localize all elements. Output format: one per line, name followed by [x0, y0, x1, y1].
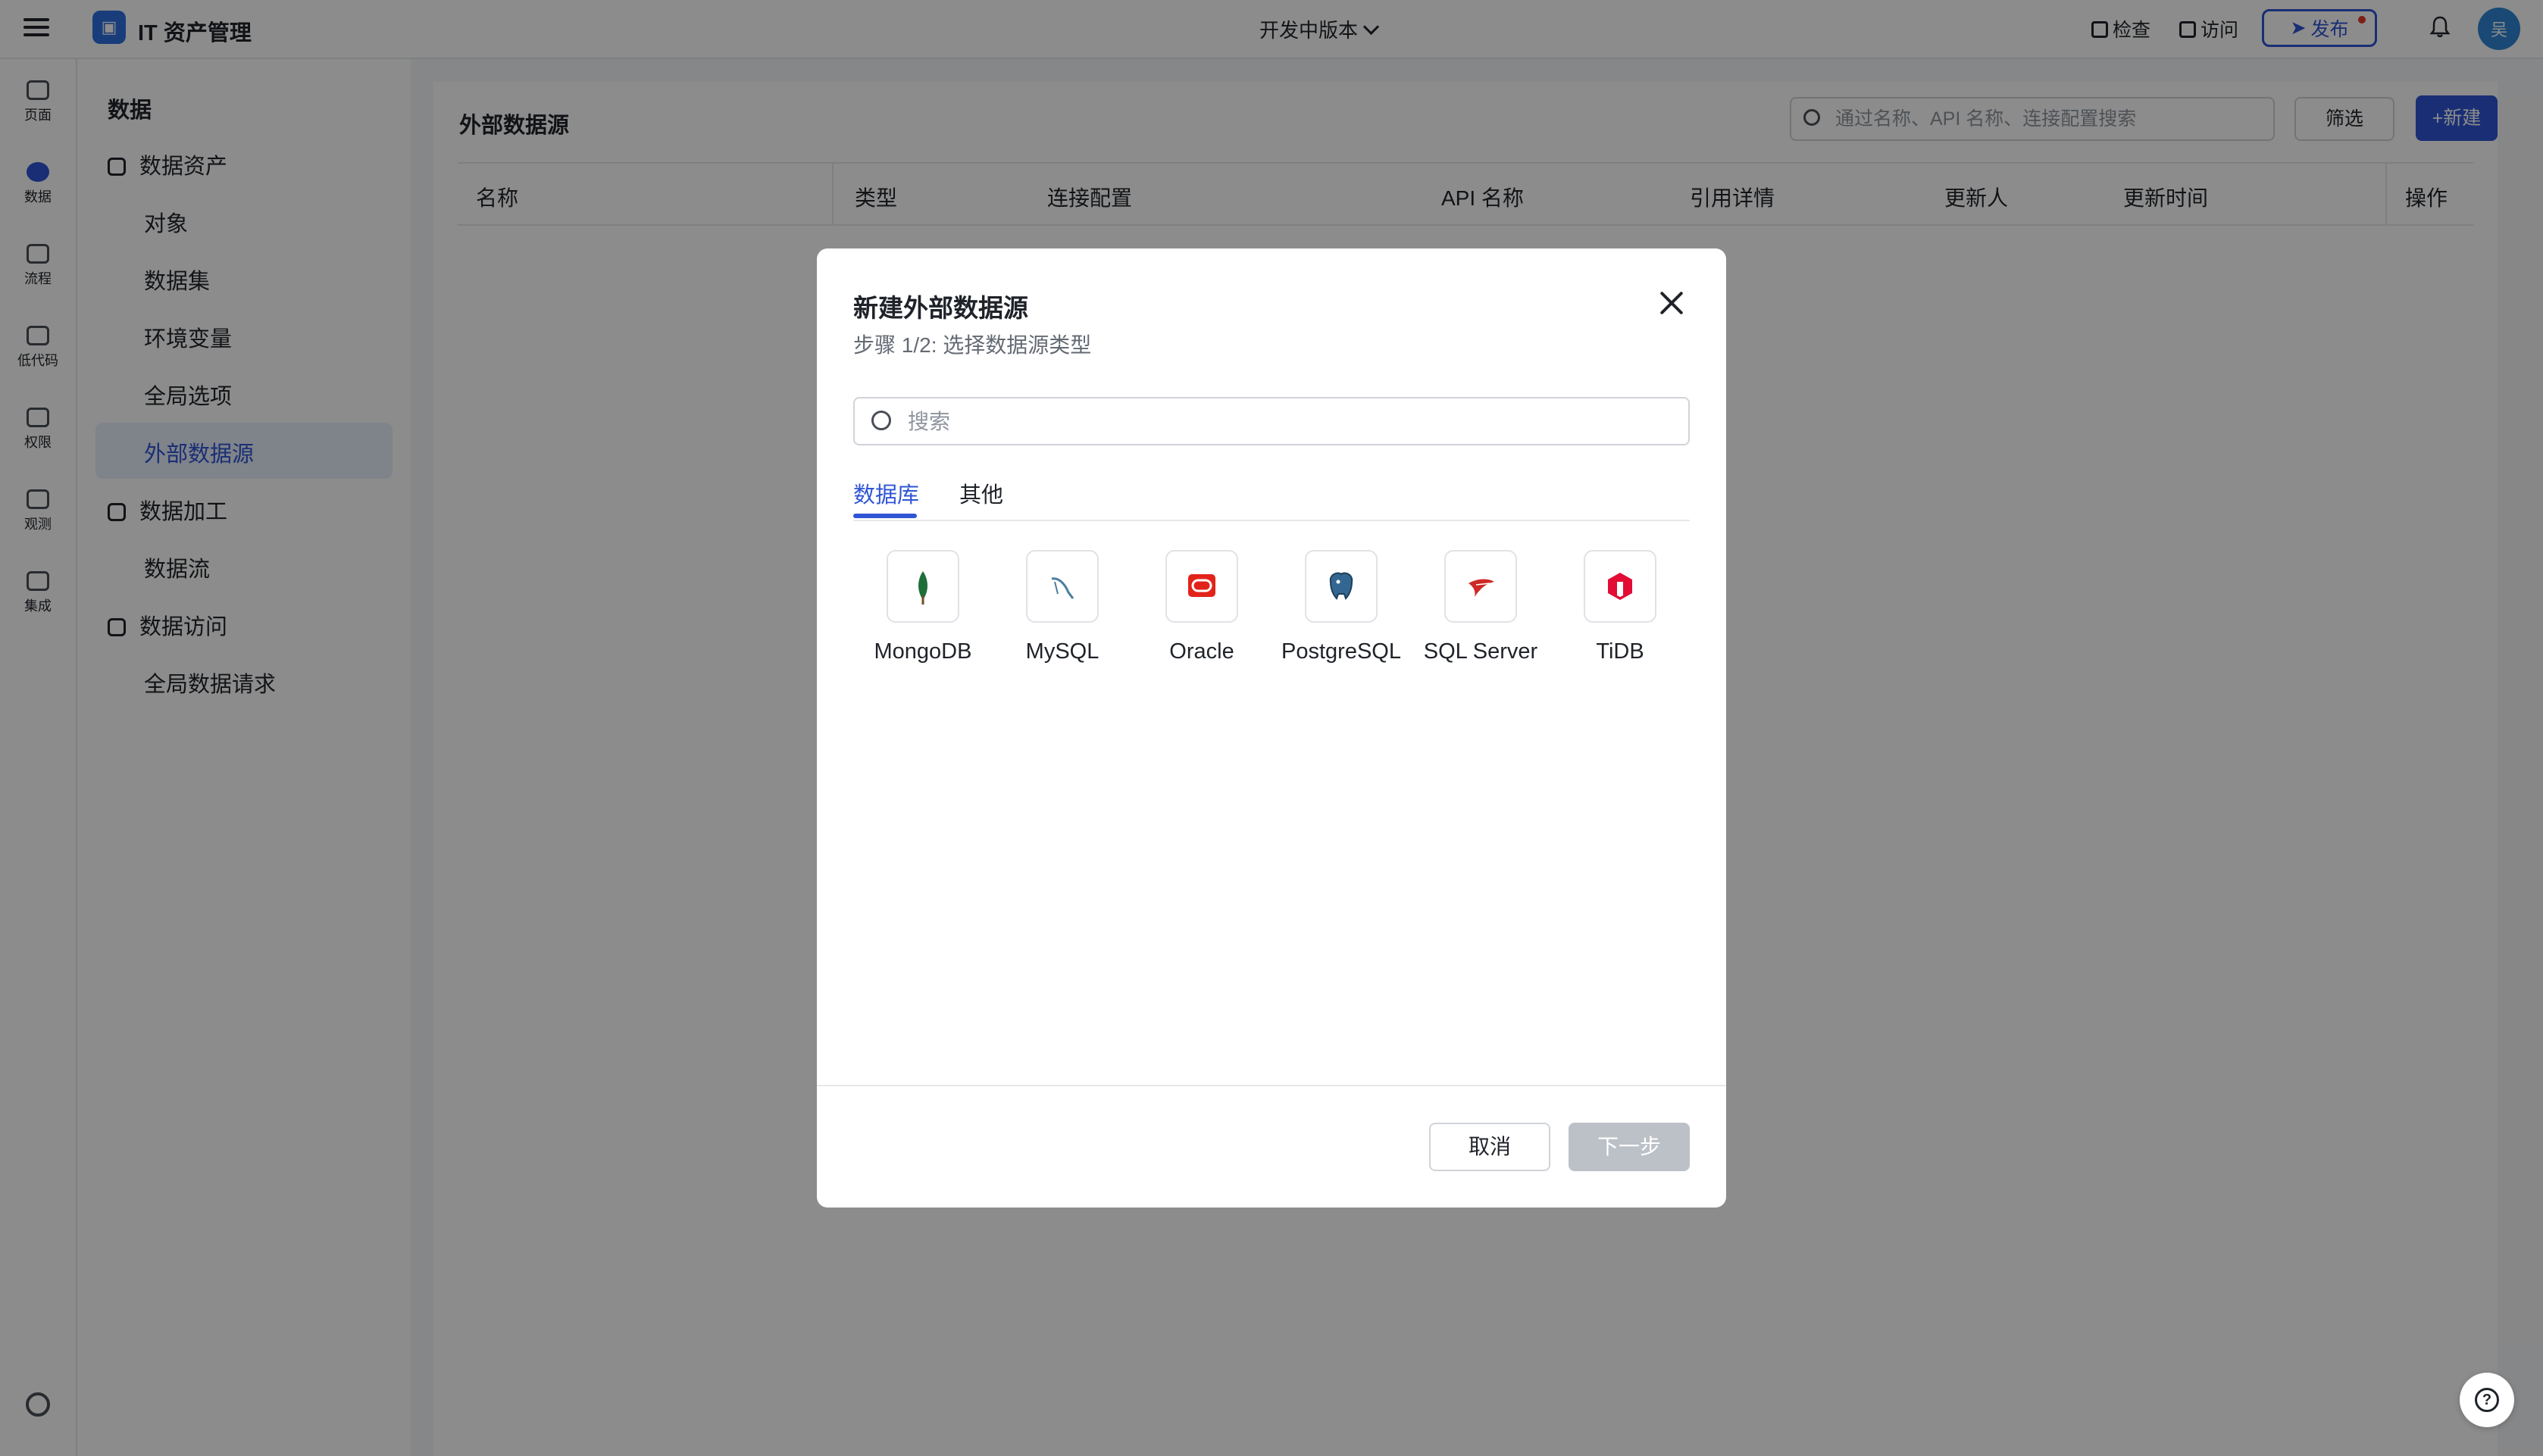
mysql-icon	[1051, 577, 1074, 599]
next-step-button[interactable]: 下一步	[1569, 1123, 1690, 1171]
dialog-step-subtitle: 步骤 1/2: 选择数据源类型	[853, 333, 1092, 357]
tab-database[interactable]: 数据库	[853, 477, 919, 509]
app-page: ▣ IT 资产管理 开发中版本 检查 访问 ➤ 发布 吴 页面 数据 流程 低代…	[0, 0, 2543, 1456]
db-name: SQL Server	[1423, 639, 1538, 664]
db-option-mysql[interactable]: MySQL	[993, 550, 1132, 664]
db-name: MongoDB	[874, 639, 972, 664]
close-icon[interactable]	[1656, 288, 1687, 318]
dialog-title: 新建外部数据源	[853, 294, 1028, 322]
db-tile	[1165, 550, 1238, 623]
dialog-search-input[interactable]	[906, 405, 1667, 439]
datasource-type-tabs: 数据库 其他	[853, 471, 1690, 521]
active-tab-indicator	[853, 514, 917, 518]
oracle-icon	[1188, 574, 1215, 597]
db-tile	[1026, 550, 1099, 623]
sqlserver-icon	[1469, 579, 1494, 597]
help-icon: ?	[2475, 1388, 2499, 1412]
db-tile	[887, 550, 959, 623]
db-name: MySQL	[1025, 639, 1099, 664]
postgresql-icon	[1329, 572, 1353, 600]
db-tile	[1305, 550, 1378, 623]
db-option-postgresql[interactable]: PostgreSQL	[1272, 550, 1411, 664]
db-tile	[1444, 550, 1517, 623]
search-icon	[871, 411, 891, 430]
db-tile	[1584, 550, 1656, 623]
new-datasource-dialog: 新建外部数据源 步骤 1/2: 选择数据源类型 数据库 其他 MongoDB	[817, 248, 1726, 1208]
dialog-search[interactable]	[853, 397, 1690, 445]
db-option-sqlserver[interactable]: SQL Server	[1411, 550, 1550, 664]
tab-other[interactable]: 其他	[959, 477, 1003, 509]
db-name: Oracle	[1169, 639, 1234, 664]
db-name: TiDB	[1596, 639, 1644, 664]
db-name: PostgreSQL	[1281, 639, 1401, 664]
db-option-tidb[interactable]: TiDB	[1550, 550, 1690, 664]
database-list: MongoDB MySQL Oracle PostgreSQL SQL Serv…	[853, 550, 1690, 686]
db-option-mongodb[interactable]: MongoDB	[853, 550, 993, 664]
mongodb-icon	[918, 571, 927, 605]
tidb-icon	[1608, 573, 1632, 600]
cancel-button[interactable]: 取消	[1429, 1123, 1550, 1171]
help-button[interactable]: ?	[2460, 1373, 2514, 1427]
dialog-footer-divider	[817, 1085, 1726, 1086]
db-option-oracle[interactable]: Oracle	[1132, 550, 1272, 664]
